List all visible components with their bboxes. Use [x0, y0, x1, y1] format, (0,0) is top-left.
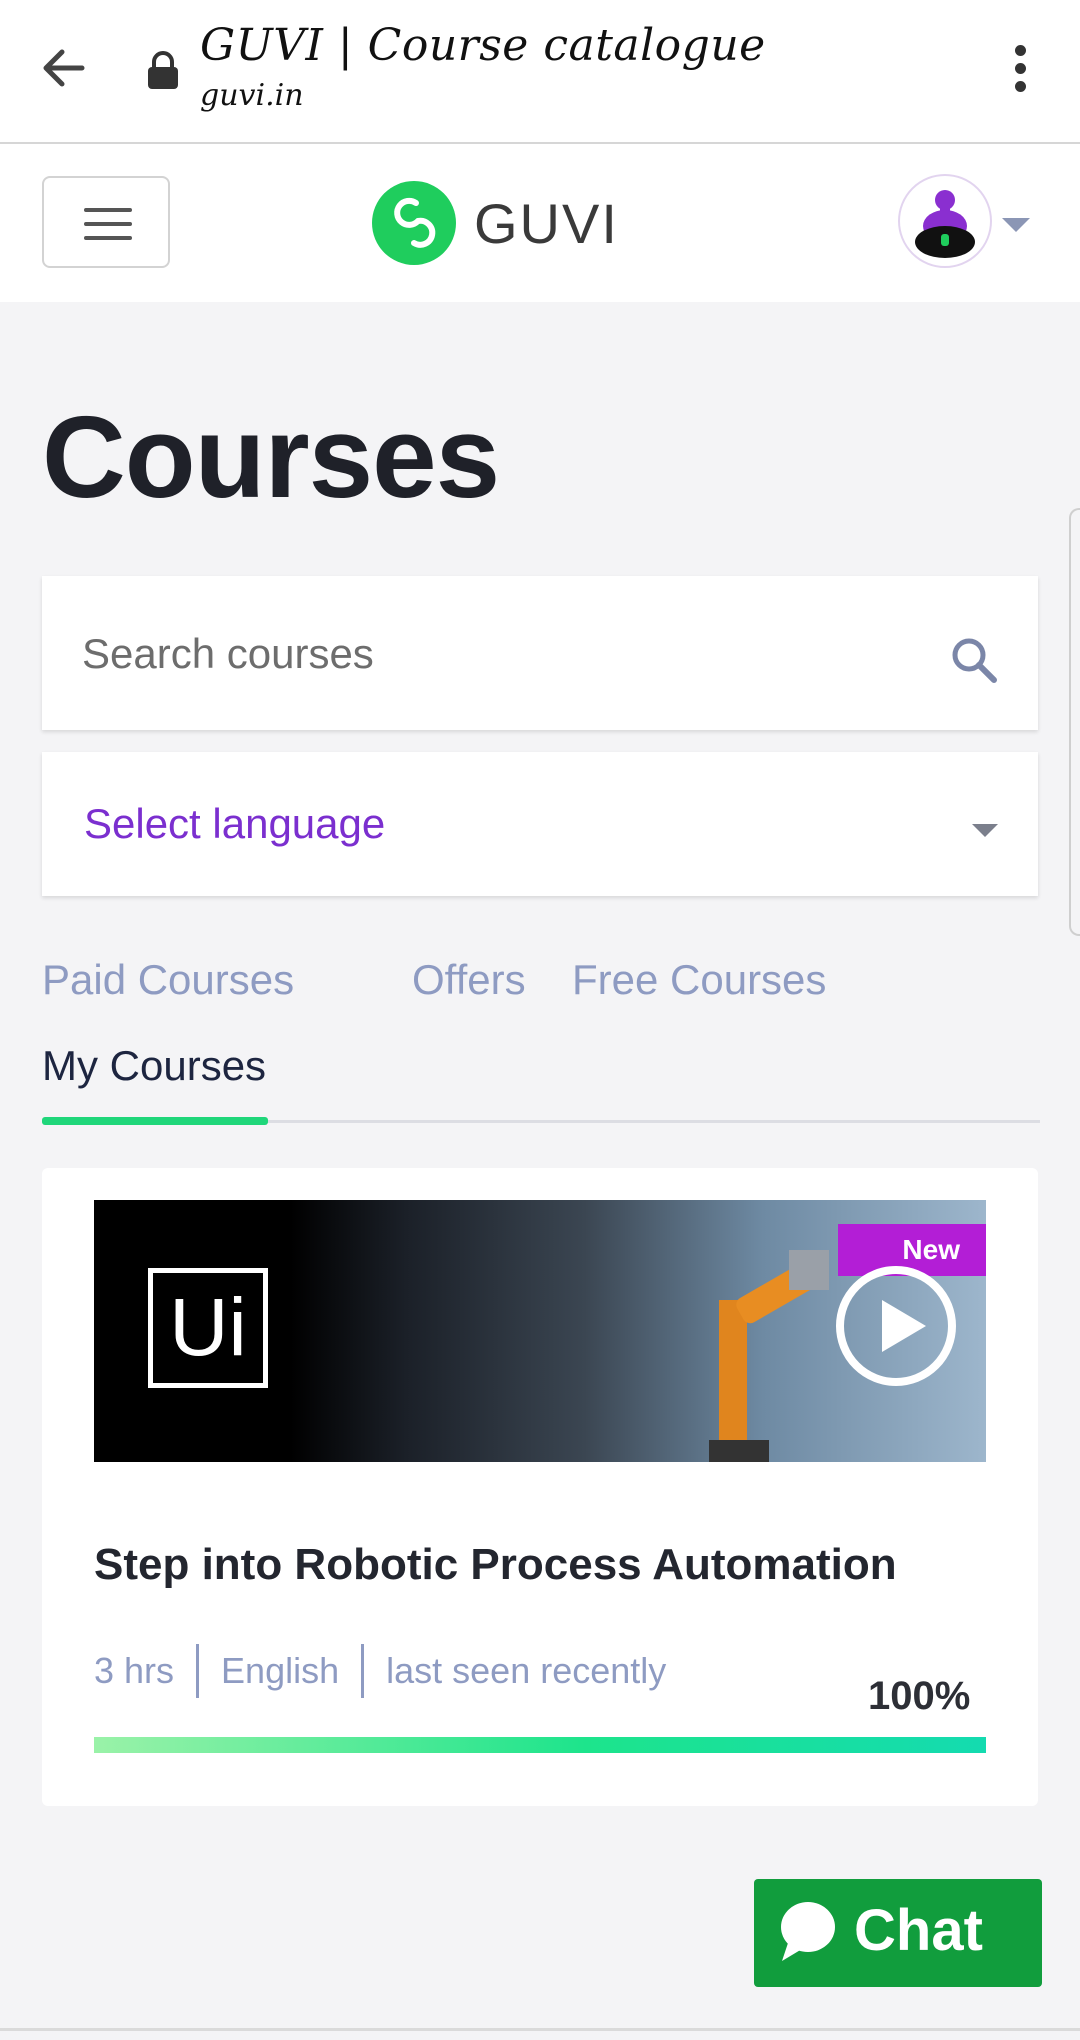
course-last-seen: last seen recently: [386, 1650, 667, 1691]
chevron-down-icon[interactable]: [1002, 218, 1030, 232]
course-meta: 3 hrs English last seen recently: [94, 1644, 666, 1698]
scroll-edge-handle: [1069, 508, 1080, 936]
language-select[interactable]: Select language: [42, 752, 1038, 896]
play-icon[interactable]: [834, 1264, 958, 1388]
arrow-back-icon[interactable]: [34, 38, 94, 98]
progress-bar: [94, 1737, 986, 1753]
browser-top-bar: GUVI | Course catalogue guvi.in: [0, 0, 1080, 144]
brand-name: GUVI: [474, 191, 619, 255]
site-header: GUVI: [0, 144, 1080, 302]
hamburger-menu-icon: [84, 208, 132, 212]
course-card[interactable]: Ui New Step into Robotic Process Automat…: [42, 1168, 1038, 1806]
chat-button[interactable]: Chat: [754, 1879, 1042, 1987]
course-duration: 3 hrs: [94, 1650, 175, 1691]
tab-my-courses[interactable]: My Courses: [42, 1042, 266, 1090]
guvi-logo-icon: [372, 181, 456, 265]
progress-percent: 100%: [868, 1674, 971, 1718]
progress-bar-fill: [94, 1737, 986, 1753]
search-icon[interactable]: [948, 634, 1000, 686]
meta-divider: [361, 1644, 365, 1698]
tab-free-courses[interactable]: Free Courses: [572, 956, 826, 1004]
course-thumbnail[interactable]: Ui New: [94, 1200, 986, 1462]
language-select-label: Select language: [84, 800, 386, 847]
chat-bubble-icon: [778, 1899, 838, 1963]
lock-icon: [146, 50, 180, 90]
tab-offers[interactable]: Offers: [412, 956, 526, 1004]
uipath-logo: Ui: [148, 1268, 268, 1388]
chat-label: Chat: [854, 1898, 983, 1963]
active-tab-indicator: [42, 1117, 268, 1125]
search-input[interactable]: [80, 614, 904, 694]
course-language: English: [221, 1650, 340, 1691]
page-url[interactable]: guvi.in: [200, 78, 304, 113]
avatar[interactable]: [898, 174, 992, 268]
guvi-logo[interactable]: GUVI: [372, 180, 619, 266]
bottom-divider: [0, 2028, 1080, 2031]
chevron-down-icon: [972, 824, 998, 837]
page-heading: Courses: [42, 392, 500, 522]
hamburger-line: [84, 222, 132, 226]
tab-paid-courses[interactable]: Paid Courses: [42, 956, 294, 1004]
more-vert-icon[interactable]: [1000, 40, 1040, 102]
page-title: GUVI | Course catalogue: [200, 20, 766, 71]
meta-divider: [196, 1644, 200, 1698]
hamburger-menu-button[interactable]: [42, 176, 170, 268]
hamburger-line: [84, 236, 132, 240]
course-title[interactable]: Step into Robotic Process Automation: [94, 1540, 897, 1590]
search-box: [42, 576, 1038, 730]
